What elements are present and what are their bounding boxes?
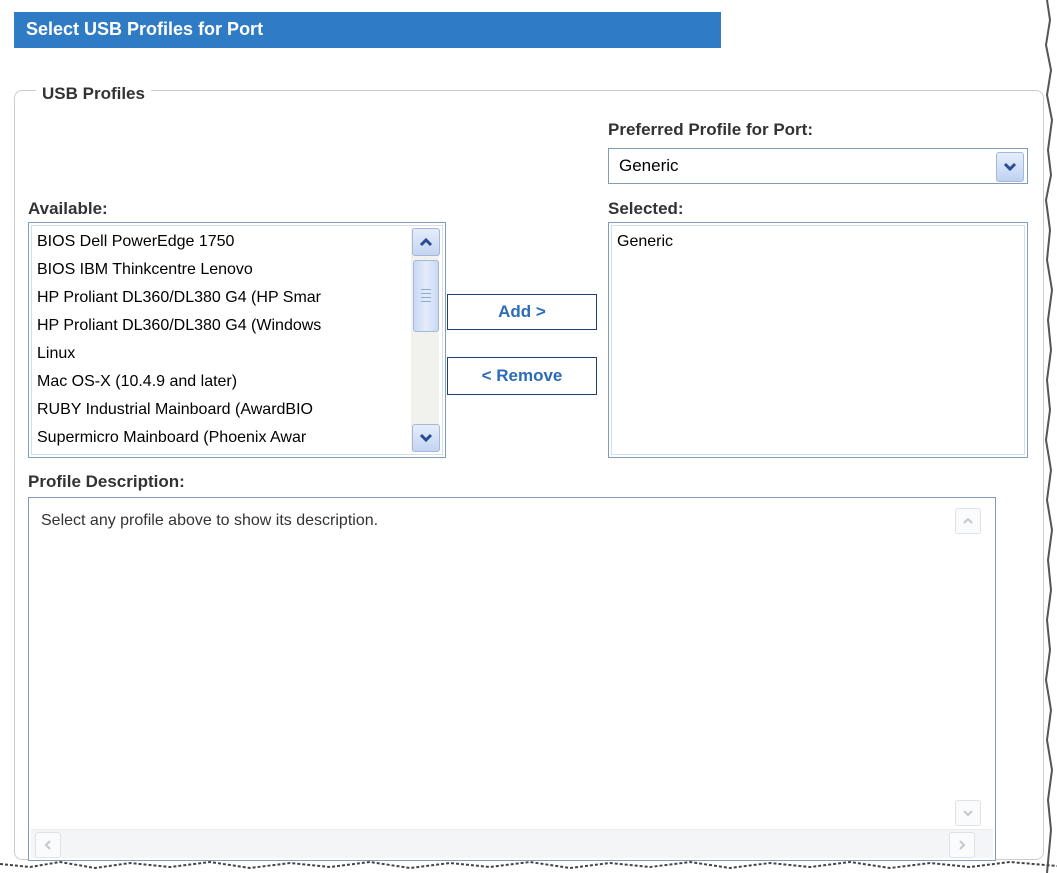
list-item[interactable]: RUBY Industrial Mainboard (AwardBIO xyxy=(37,401,407,419)
chevron-right-icon[interactable] xyxy=(949,832,975,858)
torn-edge-right xyxy=(1044,0,1054,873)
scrollbar-thumb[interactable] xyxy=(413,260,439,332)
available-label: Available: xyxy=(28,199,108,218)
list-item[interactable]: Generic xyxy=(617,233,997,251)
available-scrollbar[interactable] xyxy=(411,228,440,452)
list-item[interactable]: Mac OS-X (10.4.9 and later) xyxy=(37,373,407,391)
profile-description-textarea[interactable]: Select any profile above to show its des… xyxy=(28,497,996,861)
dialog-title: Select USB Profiles for Port xyxy=(26,19,264,39)
selected-listbox[interactable]: Generic xyxy=(608,222,1028,458)
list-item[interactable]: HP Proliant DL360/DL380 G4 (HP Smar xyxy=(37,289,407,307)
chevron-down-icon[interactable] xyxy=(412,424,440,452)
chevron-down-icon[interactable] xyxy=(996,152,1024,182)
list-item[interactable]: Supermicro Mainboard (Phoenix Awar xyxy=(37,429,407,447)
available-list-frame xyxy=(31,225,443,455)
chevron-up-icon[interactable] xyxy=(412,228,440,256)
remove-button[interactable]: < Remove xyxy=(447,357,597,395)
profile-description-text: Select any profile above to show its des… xyxy=(41,512,379,529)
list-item[interactable]: HP Proliant DL360/DL380 G4 (Windows xyxy=(37,317,407,335)
list-item[interactable]: Linux xyxy=(37,345,407,363)
chevron-left-icon[interactable] xyxy=(35,832,61,858)
available-listbox[interactable]: BIOS Dell PowerEdge 1750 BIOS IBM Thinkc… xyxy=(28,222,446,458)
preferred-profile-select[interactable]: Generic xyxy=(608,148,1028,184)
chevron-up-icon[interactable] xyxy=(955,508,981,534)
selected-list-frame xyxy=(611,225,1025,455)
list-item[interactable]: BIOS IBM Thinkcentre Lenovo xyxy=(37,261,407,279)
preferred-profile-value: Generic xyxy=(619,156,679,175)
list-item[interactable]: BIOS Dell PowerEdge 1750 xyxy=(37,233,407,251)
torn-edge-bottom xyxy=(0,860,1057,870)
description-horizontal-scrollbar[interactable] xyxy=(31,829,993,858)
dialog-title-bar: Select USB Profiles for Port xyxy=(14,12,721,48)
add-button[interactable]: Add > xyxy=(447,294,597,330)
chevron-down-icon[interactable] xyxy=(955,800,981,826)
usb-profiles-group-label: USB Profiles xyxy=(36,84,151,104)
selected-label: Selected: xyxy=(608,199,684,218)
preferred-profile-label: Preferred Profile for Port: xyxy=(608,120,813,139)
profile-description-label: Profile Description: xyxy=(28,472,185,491)
